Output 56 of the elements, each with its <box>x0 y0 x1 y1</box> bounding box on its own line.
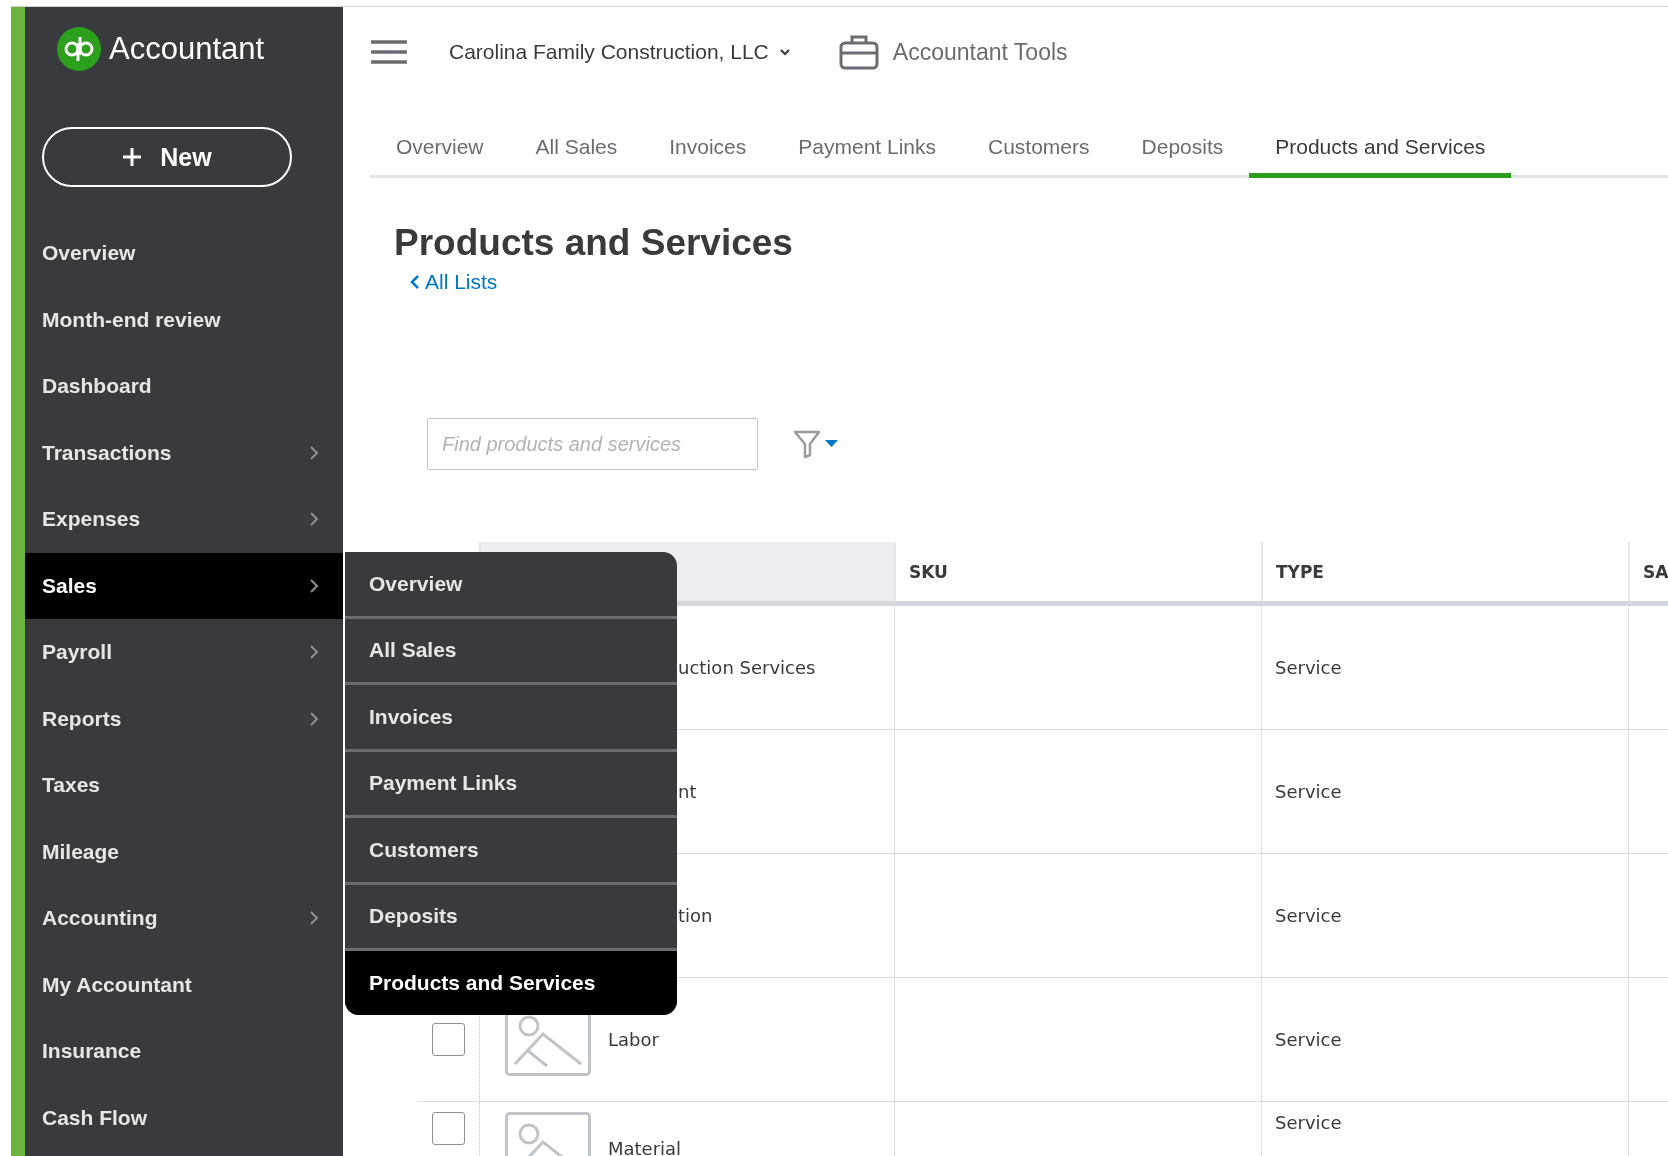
tab[interactable]: Payment Links <box>772 97 962 178</box>
sidebar-item[interactable]: Overview <box>25 220 343 287</box>
tab[interactable]: Overview <box>370 97 510 178</box>
table-cell: Service <box>1275 1029 1342 1050</box>
sidebar-item[interactable]: Taxes <box>25 752 343 819</box>
briefcase-icon <box>838 33 879 71</box>
plus-icon <box>122 147 143 167</box>
sidebar-item[interactable]: Sales <box>25 552 343 619</box>
tab[interactable]: Customers <box>962 97 1116 178</box>
tab[interactable]: Products and Services <box>1249 97 1512 178</box>
table-cell: nt <box>678 781 697 802</box>
column-header[interactable]: TYPE <box>1261 542 1628 601</box>
sidebar-item[interactable]: Transactions <box>25 419 343 486</box>
chevron-icon <box>410 274 420 290</box>
table-cell: Service <box>1275 1112 1342 1133</box>
menu-icon[interactable] <box>371 39 407 65</box>
all-lists-link[interactable]: All Lists <box>410 271 1668 293</box>
sidebar-item[interactable]: Mileage <box>25 818 343 885</box>
sidebar-item[interactable]: Insurance <box>25 1018 343 1085</box>
tab[interactable]: Invoices <box>643 97 773 178</box>
logo-icon <box>57 27 101 71</box>
logo-text: Accountant <box>109 31 265 67</box>
new-button[interactable]: New <box>42 127 292 187</box>
column-header[interactable]: SA <box>1628 542 1668 601</box>
sidebar-item[interactable]: My Accountant <box>25 951 343 1018</box>
column-header[interactable]: SKU <box>894 542 1261 601</box>
submenu-item[interactable]: Products and Services <box>345 951 677 1015</box>
submenu-item[interactable]: Payment Links <box>345 751 677 818</box>
company-selector[interactable]: Carolina Family Construction, LLC <box>449 40 791 64</box>
sidebar-item[interactable]: Cash Flow <box>25 1084 343 1151</box>
table-cell: Material <box>608 1137 682 1156</box>
tab[interactable]: All Sales <box>509 97 644 178</box>
checkbox[interactable] <box>432 1112 465 1145</box>
page-title: Products and Services <box>394 222 794 264</box>
table-cell: tion <box>678 905 713 926</box>
table-cell: uction Services <box>678 657 816 678</box>
sidebar-item[interactable]: Accounting <box>25 885 343 952</box>
submenu-item[interactable]: Overview <box>345 552 677 619</box>
table-cell: Service <box>1275 905 1342 926</box>
submenu-item[interactable]: Customers <box>345 818 677 885</box>
table-cell: Labor <box>608 1029 659 1050</box>
submenu-item[interactable]: Invoices <box>345 685 677 752</box>
table-cell: Service <box>1275 781 1342 802</box>
sidebar-item[interactable]: Reports <box>25 685 343 752</box>
caret-icon <box>778 48 791 56</box>
checkbox[interactable] <box>432 1023 465 1056</box>
sidebar-item[interactable]: Expenses <box>25 486 343 553</box>
sidebar-item[interactable]: Dashboard <box>25 353 343 420</box>
sidebar-item[interactable]: Month-end review <box>25 286 343 353</box>
filter-icon[interactable] <box>792 429 840 459</box>
search-field[interactable]: Find products and services <box>427 418 758 470</box>
tab[interactable]: Deposits <box>1115 97 1250 178</box>
accountant-tools-button[interactable]: Accountant Tools <box>838 33 1068 71</box>
sidebar-item[interactable]: Payroll <box>25 619 343 686</box>
table-cell: Service <box>1275 657 1342 678</box>
submenu-item[interactable]: All Sales <box>345 618 677 685</box>
